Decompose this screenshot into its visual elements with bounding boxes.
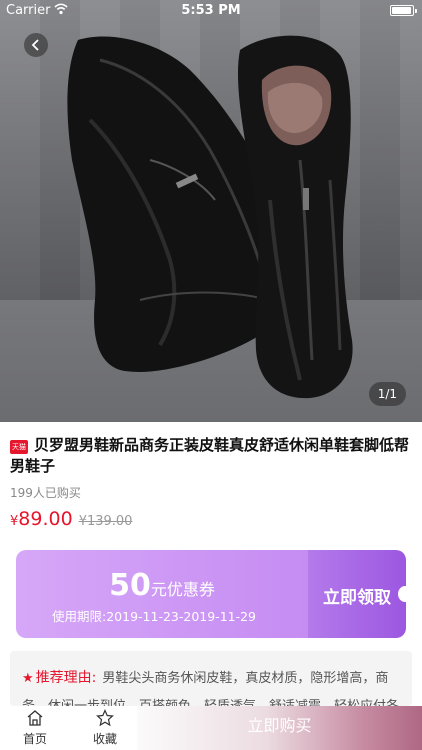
tab-favorite[interactable]: 收藏: [75, 706, 135, 750]
tab-home[interactable]: 首页: [5, 706, 65, 750]
buy-now-button[interactable]: 立即购买: [137, 706, 422, 750]
clock: 5:53 PM: [181, 3, 241, 18]
recommendation-text-block: ★推荐理由:男鞋尖头商务休闲皮鞋，真皮材质，隐形增高，商务，休闲一步到位，百搭颜…: [22, 664, 402, 706]
product-title-block: 天猫 贝罗盟男鞋新品商务正装皮鞋真皮舒适休闲单鞋套脚低帮男鞋子: [10, 435, 410, 477]
star-outline-icon: [96, 709, 114, 727]
star-icon: ★: [22, 671, 34, 686]
coupon-amount: 50: [109, 568, 151, 603]
product-image[interactable]: [0, 0, 422, 422]
tab-home-label: 首页: [22, 732, 47, 746]
sold-count: 199人已购买: [10, 486, 81, 500]
coupon-card[interactable]: 50元优惠券 使用期限:2019-11-23-2019-11-29 立即领取: [16, 550, 412, 638]
chevron-left-icon: [31, 39, 39, 51]
price-currency: ¥: [10, 514, 19, 529]
tab-favorite-label: 收藏: [92, 732, 117, 746]
recommendation-label: 推荐理由:: [35, 670, 97, 686]
coupon-validity: 使用期限:2019-11-23-2019-11-29: [52, 609, 257, 624]
current-price: 89.00: [18, 508, 73, 530]
original-price: ¥139.00: [78, 514, 133, 529]
image-counter: 1/1: [368, 382, 406, 406]
back-button[interactable]: [24, 33, 48, 57]
home-icon: [27, 710, 43, 726]
battery-icon: [390, 5, 417, 16]
price-row: ¥ 89.00 ¥139.00: [10, 508, 132, 532]
shoes-illustration: [67, 35, 353, 399]
coupon-amount-line: 50元优惠券: [16, 568, 308, 603]
status-bar: Carrier 5:53 PM: [0, 0, 422, 22]
product-title: 贝罗盟男鞋新品商务正装皮鞋真皮舒适休闲单鞋套脚低帮男鞋子: [10, 436, 410, 475]
coupon-unit: 元优惠券: [150, 580, 215, 599]
claim-coupon-button[interactable]: 立即领取: [308, 583, 406, 608]
tmall-badge: 天猫: [10, 440, 28, 454]
recommendation-box: ★推荐理由:男鞋尖头商务休闲皮鞋，真皮材质，隐形增高，商务，休闲一步到位，百搭颜…: [10, 651, 412, 706]
